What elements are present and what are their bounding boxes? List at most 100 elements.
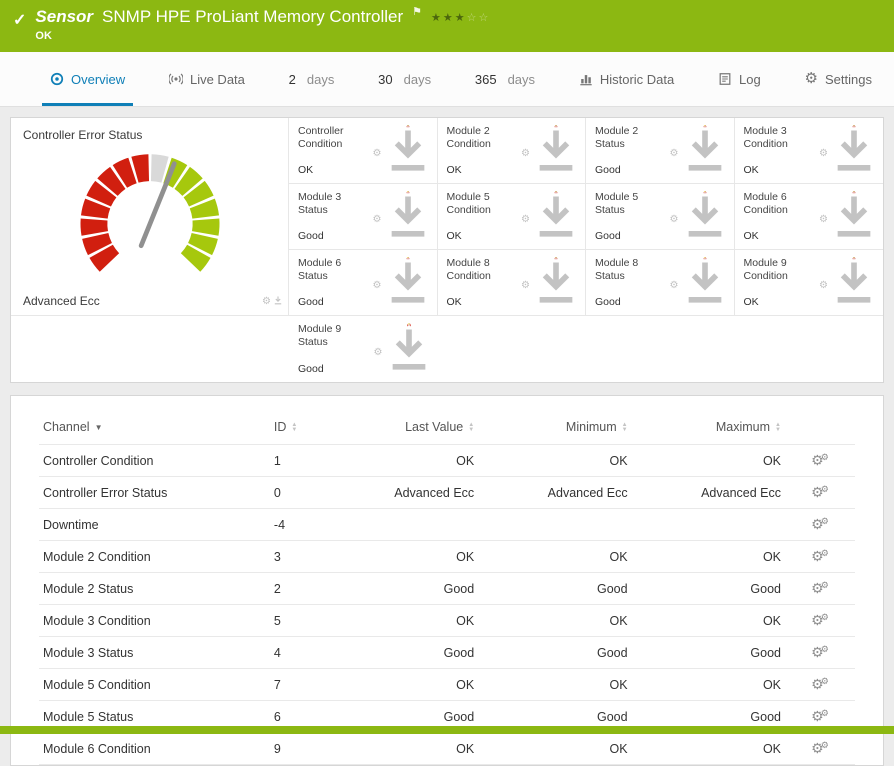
table-row[interactable]: Module 2 Status2GoodGoodGood⚙⚙ (39, 573, 855, 605)
tab-365-days[interactable]: 365days (467, 52, 543, 106)
gauge-settings-icon[interactable]: ⚙ (262, 297, 271, 306)
gauge-pin-icon[interactable] (533, 194, 579, 245)
gauge-cell-module-2-condition[interactable]: Module 2 ConditionOK⚙ (438, 118, 587, 184)
gauge-settings-icon[interactable]: ⚙ (521, 149, 530, 158)
gauge-settings-icon[interactable]: ⚙ (373, 215, 382, 224)
gauge-title: Module 2 Status (595, 125, 670, 151)
gauge-cell-module-2-status[interactable]: Module 2 StatusGood⚙ (586, 118, 735, 184)
channel-value-cell: 4 (270, 637, 325, 669)
star-filled-icon[interactable]: ★ (431, 12, 443, 24)
gauge-pin-icon[interactable] (682, 260, 728, 311)
gauge-cell-module-3-status[interactable]: Module 3 StatusGood⚙ (289, 184, 438, 250)
channel-settings-icon[interactable]: ⚙⚙ (811, 548, 829, 564)
channel-table: Channel▼ID▲▼Last Value▲▼Minimum▲▼Maximum… (39, 410, 855, 765)
gauge-pin-icon[interactable] (385, 260, 431, 311)
gauge-cell-text: Controller ConditionOK (298, 125, 373, 179)
tab-overview[interactable]: Overview (42, 52, 133, 106)
table-row[interactable]: Module 2 Condition3OKOKOK⚙⚙ (39, 541, 855, 573)
star-filled-icon[interactable]: ★ (443, 12, 455, 24)
gauge-value: OK (744, 230, 820, 242)
tab-bar: Overview Live Data 2days 30days 365days Histo… (0, 52, 894, 107)
gauge-cell-text: Module 2 StatusGood (595, 125, 670, 179)
gauge-settings-icon[interactable]: ⚙ (819, 215, 828, 224)
gauge-cell-controller-error-status[interactable]: Controller Error Status Advanced Ecc ⚙ (11, 118, 289, 316)
gauge-settings-icon[interactable]: ⚙ (374, 348, 383, 357)
flag-icon[interactable]: ⚑ (412, 5, 422, 18)
gauge-pin-icon[interactable] (274, 292, 282, 310)
table-row[interactable]: Module 3 Status4GoodGoodGood⚙⚙ (39, 637, 855, 669)
gauge-pin-icon[interactable] (533, 260, 579, 311)
star-empty-icon[interactable]: ☆ (478, 12, 490, 24)
gauge-cell-text: Module 5 StatusGood (595, 191, 670, 245)
gauge-cell-module-6-status[interactable]: Module 6 StatusGood⚙ (289, 250, 438, 316)
column-header-minimum[interactable]: Minimum▲▼ (478, 410, 631, 445)
column-header-id[interactable]: ID▲▼ (270, 410, 325, 445)
tab-30-days[interactable]: 30days (370, 52, 439, 106)
gauge-settings-icon[interactable]: ⚙ (521, 215, 530, 224)
gauge-cell-module-3-condition[interactable]: Module 3 ConditionOK⚙ (735, 118, 884, 184)
gauge-pin-icon[interactable] (831, 194, 877, 245)
channel-name-cell: Downtime (39, 509, 270, 541)
gauge-cell-module-8-status[interactable]: Module 8 StatusGood⚙ (586, 250, 735, 316)
channel-value-cell: OK (325, 445, 478, 477)
channel-settings-icon[interactable]: ⚙⚙ (811, 708, 829, 724)
star-empty-icon[interactable]: ☆ (467, 12, 479, 24)
channel-settings-icon[interactable]: ⚙⚙ (811, 644, 829, 660)
channel-name-cell: Module 6 Condition (39, 733, 270, 765)
gauge-cell-module-6-condition[interactable]: Module 6 ConditionOK⚙ (735, 184, 884, 250)
table-row[interactable]: Controller Error Status0Advanced EccAdva… (39, 477, 855, 509)
gauge-cell-module-9-status[interactable]: Module 9 StatusGood⚙ (289, 316, 438, 382)
gauge-pin-icon[interactable] (385, 128, 431, 179)
gauge-settings-icon[interactable]: ⚙ (670, 281, 679, 290)
table-row[interactable]: Controller Condition1OKOKOK⚙⚙ (39, 445, 855, 477)
gauge-cell-module-8-condition[interactable]: Module 8 ConditionOK⚙ (438, 250, 587, 316)
gauge-icons: ⚙ (373, 128, 431, 179)
channel-settings-icon[interactable]: ⚙⚙ (811, 676, 829, 692)
gauge-cell-module-5-condition[interactable]: Module 5 ConditionOK⚙ (438, 184, 587, 250)
gauge-cell-module-9-condition[interactable]: Module 9 ConditionOK⚙ (735, 250, 884, 316)
channel-settings-icon[interactable]: ⚙⚙ (811, 452, 829, 468)
gauge-pin-icon[interactable] (831, 128, 877, 179)
gauge-pin-icon[interactable] (682, 194, 728, 245)
gauge-value: OK (447, 296, 522, 308)
channel-settings-icon[interactable]: ⚙⚙ (811, 516, 829, 532)
gauge-value: OK (298, 164, 373, 176)
gauge-settings-icon[interactable]: ⚙ (373, 281, 382, 290)
gauge-settings-icon[interactable]: ⚙ (521, 281, 530, 290)
table-row[interactable]: Downtime-4⚙⚙ (39, 509, 855, 541)
gauge-pin-icon[interactable] (682, 128, 728, 179)
column-header-channel[interactable]: Channel▼ (39, 410, 270, 445)
gauge-settings-icon[interactable]: ⚙ (670, 215, 679, 224)
tab-live-data[interactable]: Live Data (161, 52, 253, 106)
gauge-settings-icon[interactable]: ⚙ (819, 149, 828, 158)
priority-stars[interactable]: ★★★☆☆ (431, 8, 490, 26)
gauge-settings-icon[interactable]: ⚙ (819, 281, 828, 290)
gauge-settings-icon[interactable]: ⚙ (670, 149, 679, 158)
table-row[interactable]: Module 5 Condition7OKOKOK⚙⚙ (39, 669, 855, 701)
gauge-pin-icon[interactable] (533, 128, 579, 179)
table-row[interactable]: Module 6 Condition9OKOKOK⚙⚙ (39, 733, 855, 765)
tab-historic-data[interactable]: Historic Data (571, 52, 682, 106)
log-icon (718, 72, 732, 86)
gauge-title: Module 3 Status (298, 191, 373, 217)
gauge-pin-icon[interactable] (385, 194, 431, 245)
gauge-pin-icon[interactable] (831, 260, 877, 311)
gauge-cell-module-5-status[interactable]: Module 5 StatusGood⚙ (586, 184, 735, 250)
tab-2-days[interactable]: 2days (281, 52, 343, 106)
star-filled-icon[interactable]: ★ (455, 12, 467, 24)
gauge-value: Advanced Ecc (23, 294, 100, 308)
channel-value-cell: Advanced Ecc (478, 477, 631, 509)
table-row[interactable]: Module 3 Condition5OKOKOK⚙⚙ (39, 605, 855, 637)
column-header-last-value[interactable]: Last Value▲▼ (325, 410, 478, 445)
gauge-cell-controller-condition[interactable]: Controller ConditionOK⚙ (289, 118, 438, 184)
channel-settings-icon[interactable]: ⚙⚙ (811, 580, 829, 596)
tab-log[interactable]: Log (710, 52, 769, 106)
channel-settings-icon[interactable]: ⚙⚙ (811, 612, 829, 628)
column-header-maximum[interactable]: Maximum▲▼ (632, 410, 785, 445)
gauge-settings-icon[interactable]: ⚙ (373, 149, 382, 158)
gauge-pin-icon[interactable] (386, 327, 432, 378)
channel-value-cell (478, 509, 631, 541)
channel-settings-icon[interactable]: ⚙⚙ (811, 484, 829, 500)
channel-settings-icon[interactable]: ⚙⚙ (811, 740, 829, 756)
tab-settings[interactable]: ⚙Settings (797, 52, 880, 106)
